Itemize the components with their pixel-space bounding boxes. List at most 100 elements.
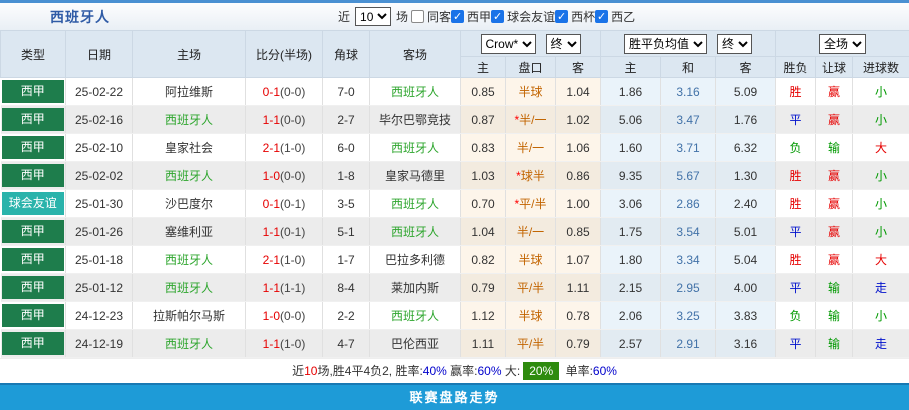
footer-title: 联赛盘路走势 — [409, 390, 500, 405]
home-team[interactable]: 沙巴度尔 — [165, 197, 213, 211]
score-cell: 1-1(1-1) — [245, 273, 323, 302]
away-team[interactable]: 皇家马德里 — [385, 169, 445, 183]
home-team[interactable]: 阿拉维斯 — [165, 85, 213, 99]
sub-header-handicap: 盘口 — [505, 56, 556, 78]
recent-count-select[interactable]: 10 — [355, 7, 392, 26]
home-team-cell: 西班牙人 — [132, 245, 246, 274]
result-goals: 小 — [852, 189, 909, 218]
away-team[interactable]: 西班牙人 — [391, 309, 439, 323]
avg-draw-odds: 3.54 — [660, 217, 717, 246]
col-header-type: 类型 — [0, 30, 66, 78]
away-team[interactable]: 西班牙人 — [391, 85, 439, 99]
checked-checkbox-icon[interactable]: ✓ — [555, 10, 569, 23]
score-cell: 1-0(0-0) — [245, 161, 323, 190]
home-team[interactable]: 塞维利亚 — [165, 225, 213, 239]
odds-source-select[interactable]: Crow* — [480, 33, 536, 54]
home-team[interactable]: 拉斯帕尔马斯 — [153, 309, 225, 323]
competition-cell: 西甲 — [0, 161, 66, 190]
table-row: 西甲 25-02-02 西班牙人 1-0(0-0) 1-8 皇家马德里 1.03… — [0, 161, 909, 190]
avg-away-odds: 6.32 — [715, 133, 777, 162]
competition-badge: 西甲 — [1, 332, 64, 355]
match-date: 24-12-19 — [65, 329, 133, 358]
col-header-score: 比分(半场) — [245, 30, 323, 78]
scope-select[interactable]: 全场 — [819, 33, 867, 54]
avg-draw-odds: 3.34 — [660, 245, 717, 274]
away-team[interactable]: 莱加内斯 — [391, 281, 439, 295]
odds-home: 0.70 — [460, 189, 506, 218]
home-team[interactable]: 西班牙人 — [165, 253, 213, 267]
result-handicap: 赢 — [815, 245, 854, 274]
home-team[interactable]: 西班牙人 — [165, 113, 213, 127]
home-team[interactable]: 皇家社会 — [165, 141, 213, 155]
handicap-line: *半/一 — [505, 105, 556, 134]
odds-away: 0.86 — [555, 161, 602, 190]
handicap-value: 半/一 — [519, 113, 547, 127]
avg-away-odds: 5.09 — [715, 77, 777, 106]
avg-type-select[interactable]: 胜平负均值 — [624, 33, 708, 54]
sub-header-odds-away: 客 — [554, 56, 602, 78]
handicap-line: 平/半 — [505, 329, 556, 358]
away-team[interactable]: 毕尔巴鄂竞技 — [379, 113, 451, 127]
score-cell: 1-1(0-1) — [245, 217, 323, 246]
avg-home-odds: 2.15 — [600, 273, 662, 302]
sub-header-goals: 进球数 — [852, 56, 909, 78]
checked-checkbox-icon[interactable]: ✓ — [451, 10, 465, 23]
full-time-score: 1-1 — [262, 280, 280, 295]
away-team-cell: 西班牙人 — [369, 133, 461, 162]
away-team[interactable]: 西班牙人 — [391, 225, 439, 239]
away-team[interactable]: 西班牙人 — [391, 141, 439, 155]
matches-label: 场 — [396, 10, 409, 24]
filter-checkbox-1[interactable]: ✓ 西甲 — [451, 8, 491, 25]
home-team[interactable]: 西班牙人 — [165, 337, 213, 351]
home-team-cell: 塞维利亚 — [132, 217, 246, 246]
odds-dropdown-group: Crow* 终 — [459, 30, 602, 57]
away-team[interactable]: 巴伦西亚 — [391, 337, 439, 351]
home-team-cell: 阿拉维斯 — [132, 77, 246, 106]
avg-home-odds: 1.86 — [600, 77, 662, 106]
filter-checkbox-2[interactable]: ✓ 球会友谊 — [491, 8, 555, 25]
away-team[interactable]: 巴拉多利德 — [385, 253, 445, 267]
avg-final-select[interactable]: 终 — [717, 33, 753, 54]
away-team-cell: 西班牙人 — [369, 189, 461, 218]
competition-badge: 西甲 — [1, 80, 64, 103]
result-handicap: 赢 — [815, 189, 854, 218]
odds-away: 1.02 — [555, 105, 602, 134]
checked-checkbox-icon[interactable]: ✓ — [595, 10, 609, 23]
handicap-line: *平/半 — [505, 189, 556, 218]
competition-badge: 西甲 — [1, 108, 64, 131]
filter-checkbox-4[interactable]: ✓ 西乙 — [595, 8, 635, 25]
table-row: 西甲 24-12-23 拉斯帕尔马斯 1-0(0-0) 2-2 西班牙人 1.1… — [0, 301, 909, 330]
unchecked-checkbox-icon[interactable]: ✓ — [411, 10, 425, 23]
recent-label: 近 — [338, 10, 351, 24]
competition-cell: 西甲 — [0, 245, 66, 274]
result-handicap: 输 — [815, 329, 854, 358]
odds-home: 0.85 — [460, 77, 506, 106]
home-team[interactable]: 西班牙人 — [165, 169, 213, 183]
filter-checkbox-3[interactable]: ✓ 西杯 — [555, 8, 595, 25]
result-handicap: 输 — [815, 273, 854, 302]
checked-checkbox-icon[interactable]: ✓ — [491, 10, 505, 23]
match-date: 25-02-10 — [65, 133, 133, 162]
odds-home: 1.12 — [460, 301, 506, 330]
home-team-cell: 皇家社会 — [132, 133, 246, 162]
odds-home: 0.79 — [460, 273, 506, 302]
sub-header-avg-draw: 和 — [660, 56, 717, 78]
competition-badge: 西甲 — [1, 220, 64, 243]
away-team[interactable]: 西班牙人 — [391, 197, 439, 211]
table-row: 西甲 25-01-26 塞维利亚 1-1(0-1) 5-1 西班牙人 1.04 … — [0, 217, 909, 246]
full-time-score: 1-1 — [262, 336, 280, 351]
competition-cell: 西甲 — [0, 301, 66, 330]
col-header-date: 日期 — [65, 30, 133, 78]
scope-dropdown-group: 全场 — [775, 30, 909, 57]
result-handicap: 输 — [815, 133, 854, 162]
home-team[interactable]: 西班牙人 — [165, 281, 213, 295]
avg-away-odds: 5.04 — [715, 245, 777, 274]
col-header-home: 主场 — [132, 30, 246, 78]
score-cell: 1-1(1-0) — [245, 329, 323, 358]
score-cell: 0-1(0-0) — [245, 77, 323, 106]
filter-checkbox-0[interactable]: ✓同客 — [411, 8, 451, 25]
odds-final-select[interactable]: 终 — [545, 33, 581, 54]
odds-home: 1.11 — [460, 329, 506, 358]
away-team-cell: 巴伦西亚 — [369, 329, 461, 358]
filter-checkbox-label: 球会友谊 — [507, 10, 556, 24]
